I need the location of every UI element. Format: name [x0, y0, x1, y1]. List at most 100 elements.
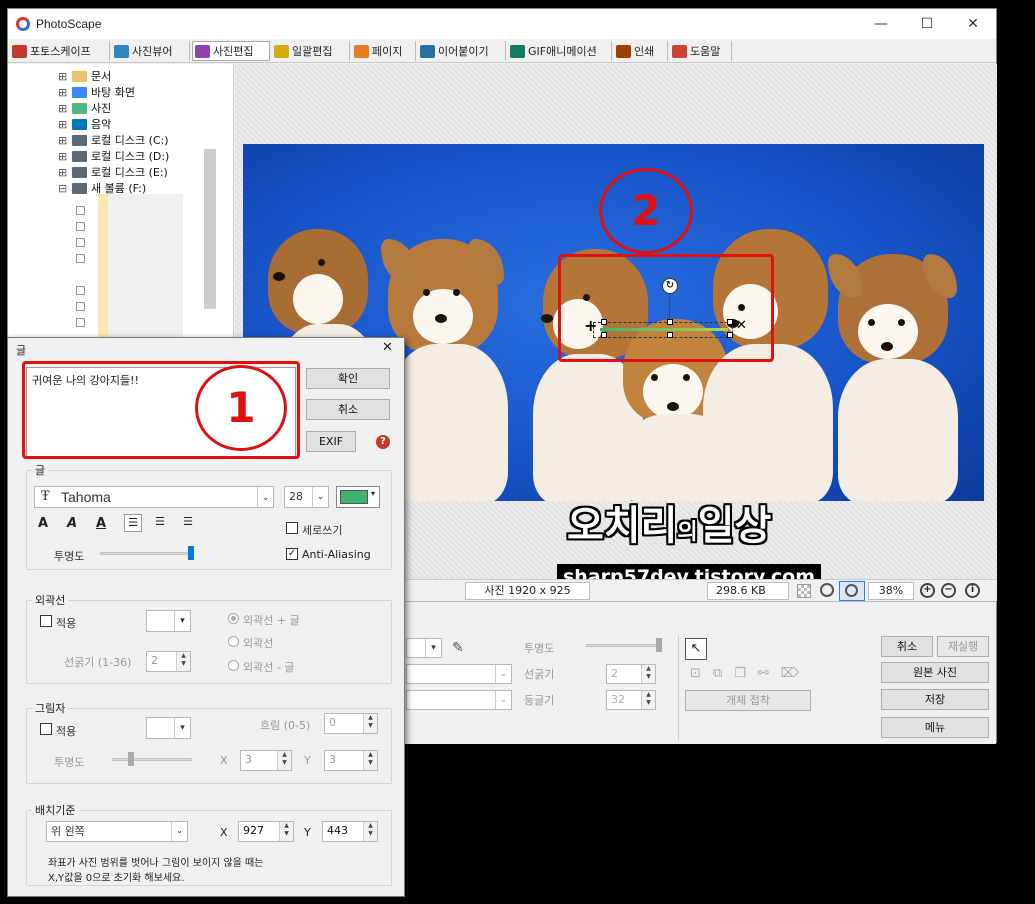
- tree-scrollbar[interactable]: [204, 149, 216, 309]
- tree-expander-icon[interactable]: ⊞: [58, 70, 68, 83]
- stepper-arrows-icon[interactable]: ▲ ▼: [641, 691, 655, 709]
- placement-combo[interactable]: 위 왼쪽 ⌄: [46, 821, 188, 842]
- minimize-button[interactable]: —: [858, 9, 904, 39]
- tab-item[interactable]: 페이지: [352, 41, 416, 61]
- shadow-color-combo[interactable]: ▾: [146, 717, 191, 739]
- tab-item[interactable]: 이어붙이기: [418, 41, 506, 61]
- tree-expander-icon[interactable]: [76, 238, 85, 247]
- menu-button[interactable]: 메뉴: [881, 717, 989, 738]
- font-name-combo[interactable]: Ŧ Tahoma ⌄: [34, 486, 274, 508]
- tab-item[interactable]: 포토스케이프: [10, 41, 110, 61]
- italic-button[interactable]: A: [67, 516, 77, 531]
- help-icon[interactable]: ?: [376, 435, 390, 449]
- tree-expander-icon[interactable]: [76, 222, 85, 231]
- tab-item[interactable]: 사진뷰어: [112, 41, 190, 61]
- dialog-cancel-button[interactable]: 취소: [306, 399, 390, 420]
- vertical-text-checkbox[interactable]: [286, 522, 298, 534]
- zoom-fit-icon[interactable]: [820, 583, 834, 597]
- shadow-apply-checkbox[interactable]: [40, 723, 52, 735]
- stepper-arrows-icon[interactable]: ▲ ▼: [363, 822, 377, 841]
- fill-style-combo[interactable]: ⌄: [406, 690, 512, 710]
- shadow-opacity-slider[interactable]: [112, 758, 192, 761]
- tree-expander-icon[interactable]: ⊞: [58, 150, 68, 163]
- antialias-checkbox[interactable]: ✓: [286, 548, 298, 560]
- tree-expander-icon[interactable]: [76, 302, 85, 311]
- redo-button[interactable]: 재실행: [937, 636, 989, 657]
- tree-node[interactable]: ⊞ 로컬 디스크 (D:): [58, 148, 169, 164]
- shadow-opacity-thumb[interactable]: [128, 752, 134, 766]
- opacity-slider[interactable]: [100, 552, 192, 555]
- tab-item[interactable]: 인쇄: [614, 41, 668, 61]
- opacity-slider-thumb[interactable]: [188, 546, 194, 560]
- outline-only-radio[interactable]: [228, 636, 239, 647]
- exif-button[interactable]: EXIF: [306, 431, 356, 452]
- tree-node[interactable]: ⊞ 바탕 화면: [58, 84, 135, 100]
- outline-color-combo[interactable]: ▾: [146, 610, 191, 632]
- zoom-out-icon[interactable]: −: [941, 583, 956, 598]
- tree-expander-icon[interactable]: ⊞: [58, 134, 68, 147]
- stepper-arrows-icon[interactable]: ▲ ▼: [363, 714, 377, 733]
- object-transparency-thumb[interactable]: [656, 638, 662, 652]
- info-icon[interactable]: i: [965, 583, 980, 598]
- font-color-picker[interactable]: ▾: [336, 486, 380, 508]
- tree-expander-icon[interactable]: ⊞: [58, 102, 68, 115]
- tree-expander-icon[interactable]: [76, 254, 85, 263]
- stepper-arrows-icon[interactable]: ▲ ▼: [641, 665, 655, 683]
- bring-front-icon[interactable]: ⊡: [690, 666, 701, 682]
- align-right-icon[interactable]: ☰: [179, 514, 197, 532]
- title-bar[interactable]: PhotoScape — ☐ ✕: [8, 9, 996, 39]
- duplicate-icon[interactable]: ⧉: [713, 666, 722, 682]
- shadow-y-stepper[interactable]: 3 ▲ ▼: [324, 750, 378, 771]
- close-button[interactable]: ✕: [950, 9, 996, 39]
- eyedropper-icon[interactable]: ✎: [452, 640, 464, 656]
- tree-expander-icon[interactable]: ⊞: [58, 118, 68, 131]
- stepper-arrows-icon[interactable]: ▲ ▼: [176, 652, 190, 671]
- tab-item[interactable]: 일괄편집: [272, 41, 350, 61]
- tab-item[interactable]: 도움말: [670, 41, 732, 61]
- group-icon[interactable]: ⚯: [758, 666, 769, 682]
- stepper-arrows-icon[interactable]: ▲ ▼: [279, 822, 293, 841]
- font-size-combo[interactable]: 28 ⌄: [284, 486, 329, 508]
- select-pointer-icon[interactable]: ↖: [685, 638, 707, 660]
- object-tool-icons[interactable]: ⊡ ⧉ ❐ ⚯ ⌦: [690, 666, 820, 682]
- outline-apply-checkbox[interactable]: [40, 615, 52, 627]
- stepper-arrows-icon[interactable]: ▲ ▼: [363, 751, 377, 770]
- outline-width-stepper[interactable]: 2 ▲ ▼: [146, 651, 191, 672]
- object-color-combo[interactable]: ▾: [406, 638, 442, 658]
- paste-object-button[interactable]: 개체 접착: [685, 690, 811, 711]
- object-line-width-stepper[interactable]: 2 ▲ ▼: [606, 664, 656, 684]
- dialog-close-button[interactable]: ✕: [382, 340, 393, 355]
- tab-item[interactable]: GIF애니메이션: [508, 41, 612, 61]
- cancel-edit-button[interactable]: 취소: [881, 636, 933, 657]
- object-roundness-stepper[interactable]: 32 ▲ ▼: [606, 690, 656, 710]
- tree-expander-icon[interactable]: ⊟: [58, 182, 68, 195]
- object-transparency-slider[interactable]: [586, 644, 662, 647]
- tree-expander-icon[interactable]: [76, 318, 85, 327]
- zoom-in-icon[interactable]: +: [920, 583, 935, 598]
- tree-node[interactable]: ⊞ 문서: [58, 68, 111, 84]
- ok-button[interactable]: 확인: [306, 368, 390, 389]
- tree-expander-icon[interactable]: [76, 286, 85, 295]
- tree-expander-icon[interactable]: ⊞: [58, 166, 68, 179]
- tree-node[interactable]: ⊞ 로컬 디스크 (C:): [58, 132, 169, 148]
- align-center-icon[interactable]: ☰: [151, 514, 169, 532]
- tree-node[interactable]: ⊞ 음악: [58, 116, 111, 132]
- delete-icon[interactable]: ⌦: [781, 666, 799, 682]
- shadow-blur-stepper[interactable]: 0 ▲ ▼: [324, 713, 378, 734]
- outline-plus-text-radio[interactable]: [228, 613, 239, 624]
- outline-minus-text-radio[interactable]: [228, 660, 239, 671]
- original-photo-button[interactable]: 원본 사진: [881, 662, 989, 683]
- tab-item[interactable]: 사진편집: [192, 41, 270, 61]
- shadow-x-stepper[interactable]: 3 ▲ ▼: [240, 750, 292, 771]
- bold-button[interactable]: A: [38, 516, 48, 531]
- pos-y-stepper[interactable]: 443 ▲ ▼: [322, 821, 378, 842]
- underline-button[interactable]: A: [96, 516, 106, 531]
- maximize-button[interactable]: ☐: [904, 9, 950, 39]
- tree-expander-icon[interactable]: [76, 206, 85, 215]
- tree-node[interactable]: ⊞ 로컬 디스크 (E:): [58, 164, 168, 180]
- stepper-arrows-icon[interactable]: ▲ ▼: [277, 751, 291, 770]
- pos-x-stepper[interactable]: 927 ▲ ▼: [238, 821, 294, 842]
- copy-icon[interactable]: ❐: [734, 666, 746, 682]
- save-button[interactable]: 저장: [881, 689, 989, 710]
- align-left-icon[interactable]: ☰: [124, 514, 142, 532]
